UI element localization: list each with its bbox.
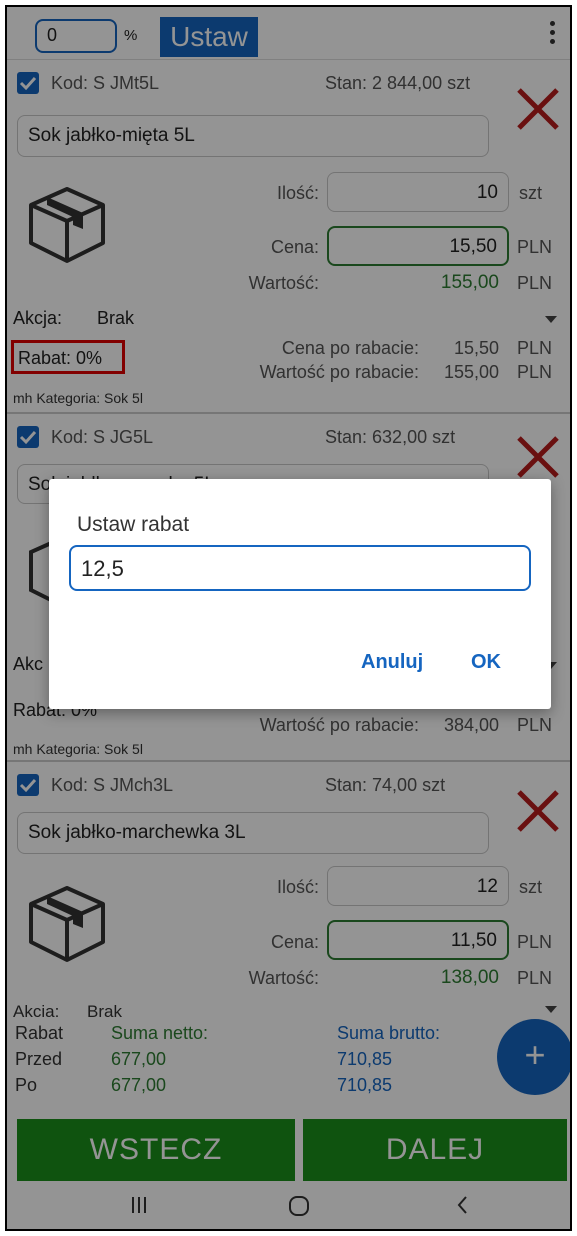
dialog-title: Ustaw rabat [77,513,190,536]
ok-button[interactable]: OK [471,651,501,674]
set-discount-dialog: Ustaw rabat 12,5 Anuluj OK [49,479,551,709]
app-frame: 0 % Ustaw Kod: S JMt5L Stan: 2 844,00 sz… [5,5,572,1231]
discount-input[interactable]: 12,5 [69,545,531,591]
cancel-button[interactable]: Anuluj [361,651,423,674]
